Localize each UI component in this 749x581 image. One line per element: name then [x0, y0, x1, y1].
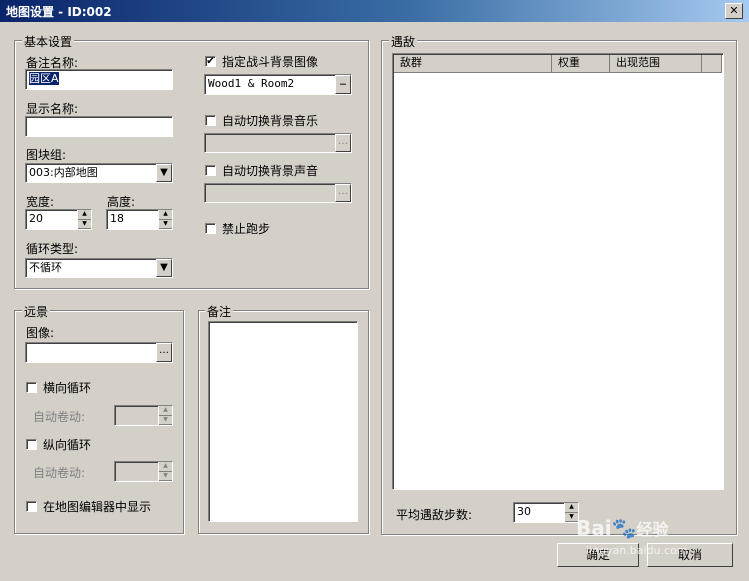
spin-down-icon[interactable]: ▼: [78, 220, 91, 229]
height-stepper[interactable]: ▲ ▼: [158, 210, 172, 229]
battleback-value: Wood1 & Room2: [208, 77, 295, 90]
encounters-list[interactable]: 敌群 权重 出现范围: [392, 53, 724, 490]
disable-dash-label: 禁止跑步: [222, 222, 271, 236]
spin-up-icon[interactable]: ▲: [565, 503, 578, 513]
loop-h-scroll-spinbox: ▲ ▼: [114, 405, 173, 426]
note-name-field[interactable]: 园区A: [25, 69, 173, 90]
width-label: 宽度:: [26, 195, 55, 209]
battleback-checkbox[interactable]: ✔: [205, 56, 216, 67]
battleback-label: 指定战斗背景图像: [222, 55, 319, 69]
width-stepper[interactable]: ▲ ▼: [77, 210, 91, 229]
tileset-select[interactable]: 003:内部地图 ▼: [25, 163, 173, 183]
loop-type-value: 不循环: [29, 261, 62, 274]
loop-v-scroll-label: 自动卷动:: [33, 466, 86, 480]
spin-up-icon: ▲: [159, 462, 172, 472]
loop-h-scroll-label: 自动卷动:: [33, 410, 86, 424]
height-label: 高度:: [107, 195, 136, 209]
chevron-down-icon[interactable]: ▼: [156, 259, 172, 277]
spin-up-icon: ▲: [159, 406, 172, 416]
watermark-brand: Bai: [576, 516, 612, 540]
disabled-stepper: ▲ ▼: [158, 462, 172, 481]
chevron-down-icon[interactable]: ▼: [156, 164, 172, 182]
paw-icon: 🐾: [611, 516, 637, 540]
height-spinbox[interactable]: 18 ▲ ▼: [106, 209, 173, 230]
width-value: 20: [29, 212, 43, 225]
autobgs-checkbox[interactable]: [205, 165, 216, 176]
autobgm-label: 自动切换背景音乐: [222, 114, 319, 128]
parallax-image-label: 图像:: [26, 326, 55, 340]
browse-icon[interactable]: …: [156, 343, 172, 362]
column-header-filler: [702, 55, 722, 73]
watermark-brand2: 经验: [636, 520, 669, 539]
parallax-legend: 远景: [22, 303, 51, 320]
show-in-editor-checkbox[interactable]: [26, 501, 37, 512]
autobgs-label: 自动切换背景声音: [222, 164, 319, 178]
spin-down-icon: ▼: [159, 416, 172, 425]
display-name-field[interactable]: [25, 116, 173, 137]
watermark-logo: Bai🐾经验: [576, 516, 669, 540]
memo-textarea[interactable]: [208, 321, 358, 522]
disabled-stepper: ▲ ▼: [158, 406, 172, 425]
loop-v-checkbox[interactable]: [26, 439, 37, 450]
loop-type-select[interactable]: 不循环 ▼: [25, 258, 173, 278]
note-name-value: 园区A: [29, 72, 59, 85]
encounter-steps-spinbox[interactable]: 30 ▲ ▼: [513, 502, 579, 523]
watermark-url: jingyan.baidu.com: [586, 544, 688, 557]
column-header-weight[interactable]: 权重: [552, 55, 610, 73]
spin-down-icon[interactable]: ▼: [159, 220, 172, 229]
spin-down-icon: ▼: [159, 472, 172, 481]
tileset-value: 003:内部地图: [29, 166, 98, 179]
browse-icon: …: [335, 184, 351, 202]
width-spinbox[interactable]: 20 ▲ ▼: [25, 209, 92, 230]
column-header-troop[interactable]: 敌群: [394, 55, 552, 73]
autobgs-field: …: [204, 183, 352, 203]
spin-up-icon[interactable]: ▲: [159, 210, 172, 220]
show-in-editor-label: 在地图编辑器中显示: [43, 500, 152, 514]
browse-icon[interactable]: …: [335, 75, 351, 94]
loop-type-label: 循环类型:: [26, 242, 79, 256]
tileset-label: 图块组:: [26, 148, 67, 162]
memo-legend: 备注: [205, 303, 234, 320]
loop-v-scroll-spinbox: ▲ ▼: [114, 461, 173, 482]
display-name-label: 显示名称:: [26, 102, 79, 116]
encounter-steps-value: 30: [517, 505, 531, 518]
title-bar[interactable]: 地图设置 - ID:002 ✕: [0, 0, 749, 22]
window-title: 地图设置 - ID:002: [6, 5, 112, 19]
column-header-range[interactable]: 出现范围: [610, 55, 702, 73]
autobgm-field: …: [204, 133, 352, 153]
encounters-legend: 遇敌: [389, 33, 418, 50]
encounter-steps-label: 平均遇敌步数:: [396, 508, 473, 522]
parallax-image-field[interactable]: …: [25, 342, 173, 363]
spin-up-icon[interactable]: ▲: [78, 210, 91, 220]
close-icon[interactable]: ✕: [725, 3, 743, 19]
basic-settings-legend: 基本设置: [22, 33, 75, 50]
autobgm-checkbox[interactable]: [205, 115, 216, 126]
loop-v-label: 纵向循环: [43, 438, 92, 452]
height-value: 18: [110, 212, 124, 225]
disable-dash-checkbox[interactable]: [205, 223, 216, 234]
loop-h-label: 横向循环: [43, 381, 92, 395]
loop-h-checkbox[interactable]: [26, 382, 37, 393]
battleback-field[interactable]: Wood1 & Room2 …: [204, 74, 352, 95]
browse-icon: …: [335, 134, 351, 152]
